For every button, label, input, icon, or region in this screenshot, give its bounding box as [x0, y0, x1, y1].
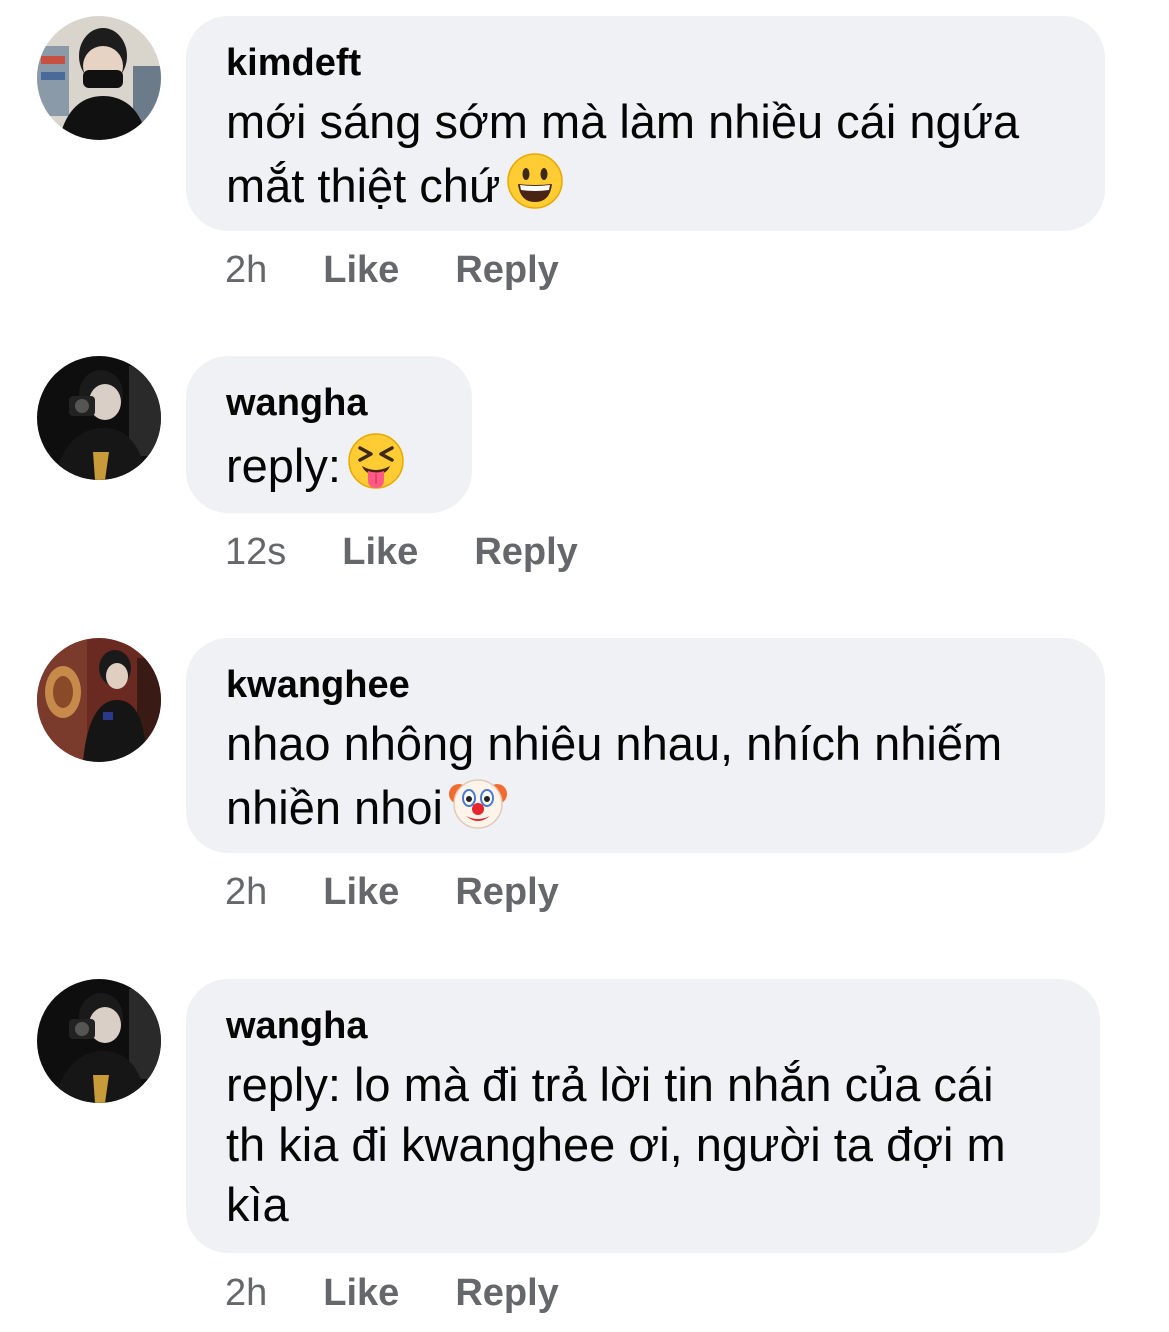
comment-actions: 2h Like Reply	[225, 248, 615, 292]
avatar[interactable]	[37, 979, 161, 1103]
comment-text-line: th kia đi kwanghee ơi, người ta đợi m	[226, 1118, 1006, 1171]
comment-text-line-with-emoji: reply:	[226, 432, 432, 496]
comment-text-line-content: nhiền nhoi	[226, 781, 443, 834]
avatar-photo-icon	[37, 638, 161, 762]
avatar-photo-icon	[37, 16, 161, 140]
avatar[interactable]	[37, 16, 161, 140]
comment-author[interactable]: wangha	[226, 1003, 1060, 1049]
comment-text-line-content: reply:	[226, 439, 341, 492]
comment-bubble: kwanghee nhao nhông nhiêu nhau, nhích nh…	[186, 638, 1105, 853]
comment-text-line-content: mắt thiệt chứ	[226, 159, 501, 212]
comment-author[interactable]: kwanghee	[226, 662, 1065, 708]
comment-author[interactable]: wangha	[226, 380, 432, 426]
comment-timestamp[interactable]: 2h	[225, 1271, 267, 1315]
comment-actions: 2h Like Reply	[225, 870, 615, 914]
comment-bubble: wangha reply:	[186, 356, 472, 513]
reply-button[interactable]: Reply	[455, 248, 558, 292]
reply-button[interactable]: Reply	[455, 1271, 558, 1315]
squinting-tongue-face-icon	[347, 432, 405, 490]
comment-text: mới sáng sớm mà làm nhiều cái ngứa mắt t…	[226, 92, 1065, 216]
comment-timestamp[interactable]: 2h	[225, 248, 267, 292]
comment-text: reply: lo mà đi trả lời tin nhắn của cái…	[226, 1055, 1060, 1235]
comment-text: reply:	[226, 432, 432, 496]
avatar[interactable]	[37, 356, 161, 480]
comment-actions: 12s Like Reply	[225, 530, 634, 574]
comment-text-line-with-emoji: mắt thiệt chứ	[226, 152, 1065, 216]
comment-text: nhao nhông nhiêu nhau, nhích nhiếm nhiền…	[226, 714, 1065, 838]
comment-actions: 2h Like Reply	[225, 1271, 615, 1315]
comment-bubble: kimdeft mới sáng sớm mà làm nhiều cái ng…	[186, 16, 1105, 231]
like-button[interactable]: Like	[323, 1271, 399, 1315]
avatar-photo-icon	[37, 979, 161, 1103]
like-button[interactable]: Like	[323, 248, 399, 292]
comment-text-line: nhao nhông nhiêu nhau, nhích nhiếm	[226, 717, 1003, 770]
comment-text-line: mới sáng sớm mà làm nhiều cái ngứa	[226, 95, 1020, 148]
comment-text-line: kìa	[226, 1178, 289, 1231]
comment-text-line-with-emoji: nhiền nhoi	[226, 774, 1065, 838]
reply-button[interactable]: Reply	[455, 870, 558, 914]
avatar-photo-icon	[37, 356, 161, 480]
comment-text-line: reply: lo mà đi trả lời tin nhắn của cái	[226, 1058, 994, 1111]
grinning-face-icon	[506, 152, 564, 210]
clown-face-icon	[448, 774, 507, 832]
comment-bubble: wangha reply: lo mà đi trả lời tin nhắn …	[186, 979, 1100, 1253]
avatar[interactable]	[37, 638, 161, 762]
comment-timestamp[interactable]: 2h	[225, 870, 267, 914]
comment-author[interactable]: kimdeft	[226, 40, 1065, 86]
comment-timestamp[interactable]: 12s	[225, 530, 286, 574]
reply-button[interactable]: Reply	[474, 530, 577, 574]
like-button[interactable]: Like	[323, 870, 399, 914]
like-button[interactable]: Like	[342, 530, 418, 574]
